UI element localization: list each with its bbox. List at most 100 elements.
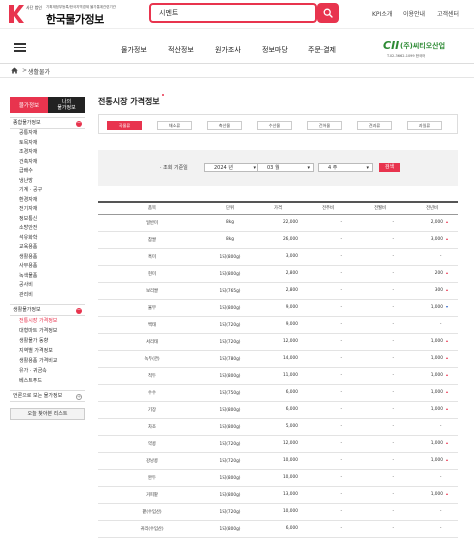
- cell-vs-last-year: 1,000: [406, 333, 458, 351]
- nav-price-info[interactable]: 물가정보: [121, 45, 147, 55]
- cell-vs-last-year: 200: [406, 265, 458, 283]
- site-logo[interactable]: 사단 법인 기획재정부등록/한국지역경제 물가통계관련기관 한국물가정보: [8, 4, 128, 26]
- sidebar-item[interactable]: 조경자재: [19, 148, 85, 158]
- sidebar-item[interactable]: 생활용품 가격비교: [19, 356, 85, 366]
- cell-vs-last-week: -: [302, 350, 354, 368]
- cell-item: 찹쌀: [98, 231, 206, 249]
- cell-item: 현미: [98, 265, 206, 283]
- tab-vegetables[interactable]: 채소류: [157, 121, 192, 130]
- sidebar-item[interactable]: 기계 · 공구: [19, 186, 85, 196]
- cell-vs-last-year-value: 1,000: [430, 305, 443, 310]
- cell-price: 5,000: [254, 418, 302, 436]
- nav-estimate-info[interactable]: 적산정보: [168, 45, 194, 55]
- sidebar-tab-my-price-info[interactable]: 나의 물가정보: [48, 97, 85, 113]
- tab-seafood[interactable]: 수산물: [257, 121, 292, 130]
- cell-vs-last-month: -: [354, 231, 406, 249]
- cell-vs-last-week: -: [302, 503, 354, 521]
- sidebar-item[interactable]: 건축자재: [19, 158, 85, 168]
- menu-icon[interactable]: [14, 43, 26, 52]
- cell-vs-last-month: -: [354, 299, 406, 317]
- cell-vs-last-year: 1,000: [406, 367, 458, 385]
- cell-price: 14,000: [254, 350, 302, 368]
- sidebar-item[interactable]: 대형마트 가격정보: [19, 326, 85, 336]
- arrow-down-icon: [446, 305, 448, 308]
- logo-k-icon: [9, 5, 24, 23]
- sidebar-item[interactable]: 정보통신: [19, 215, 85, 225]
- table-row: 일반미 8kg 22,000- -2,000: [98, 214, 458, 232]
- sidebar-item[interactable]: 관리비: [19, 291, 85, 301]
- breadcrumb-current[interactable]: 생활물가: [28, 67, 50, 76]
- cell-price: 2,800: [254, 282, 302, 300]
- tab-livestock[interactable]: 축산물: [207, 121, 242, 130]
- partner-banner[interactable]: CII (주)씨티오산업 T.02-3662-1099 한국어: [383, 36, 463, 60]
- nav-cost-survey[interactable]: 원가조사: [215, 45, 241, 55]
- sidebar-item[interactable]: 전통시장 가격정보: [19, 316, 85, 326]
- sidebar-group-living[interactable]: 생활물가정보 −: [10, 304, 85, 316]
- tab-nuts[interactable]: 견과류: [357, 121, 392, 130]
- cell-item: 수수: [98, 384, 206, 402]
- price-table: 품목 단위 가격 전주비 전월비 전년비 일반미 8kg 22,000- -2,000…: [98, 201, 458, 538]
- sidebar-item[interactable]: 소방안전: [19, 224, 85, 234]
- sidebar-item[interactable]: 냉난방: [19, 177, 85, 187]
- search-input[interactable]: [151, 5, 311, 21]
- filter-search-button[interactable]: 검색: [379, 163, 400, 172]
- cell-vs-last-week: -: [302, 248, 354, 266]
- home-icon[interactable]: [11, 67, 18, 74]
- tab-fruits[interactable]: 과일류: [407, 121, 442, 130]
- sidebar-item[interactable]: 지역별 가격정보: [19, 346, 85, 356]
- cell-price: 9,000: [254, 316, 302, 334]
- sidebar-item[interactable]: 생활물가 동향: [19, 336, 85, 346]
- link-usage-guide[interactable]: 이용안내: [403, 9, 425, 18]
- nav-order-payment[interactable]: 주문·결제: [308, 45, 336, 55]
- sidebar-tab-price-info[interactable]: 물가정보: [10, 97, 48, 113]
- cell-vs-last-year: 1,000: [406, 452, 458, 470]
- sidebar-item[interactable]: 녹색물품: [19, 272, 85, 282]
- sidebar-item[interactable]: 공통자재: [19, 129, 85, 139]
- filter-label: · 조회 기준일: [160, 165, 188, 171]
- year-select[interactable]: 2024 년 ▾: [204, 163, 260, 172]
- cell-vs-last-month: -: [354, 401, 406, 419]
- sidebar-item[interactable]: 토목자재: [19, 139, 85, 149]
- week-select[interactable]: 4 주 ▾: [318, 163, 373, 172]
- expand-icon[interactable]: +: [76, 394, 82, 400]
- sidebar-group-press[interactable]: 언론으로 보는 물가정보 +: [10, 390, 85, 402]
- cell-vs-last-month: -: [354, 282, 406, 300]
- cell-vs-last-year: 300: [406, 282, 458, 300]
- sidebar-item[interactable]: 유가 · 귀금속: [19, 366, 85, 376]
- cell-unit: 1되(750g): [206, 384, 254, 402]
- arrow-up-icon: [446, 356, 448, 359]
- link-customer-center[interactable]: 고객센터: [437, 9, 459, 18]
- sidebar-item[interactable]: 교육용품: [19, 243, 85, 253]
- collapse-icon[interactable]: −: [76, 121, 82, 127]
- month-select-value: 03 월: [267, 165, 280, 171]
- title-dot: [161, 94, 164, 96]
- month-select[interactable]: 03 월 ▾: [257, 163, 314, 172]
- cell-vs-last-week: -: [302, 265, 354, 283]
- recent-list-button[interactable]: 오늘 찾아본 리스트: [10, 408, 85, 420]
- breadcrumb-separator: >: [22, 67, 28, 74]
- cell-item: 강낭콩: [98, 452, 206, 470]
- sidebar-item[interactable]: 급배수: [19, 167, 85, 177]
- sidebar-group-general[interactable]: 종합물가정보 −: [10, 117, 85, 129]
- link-kpi-intro[interactable]: KPI소개: [372, 9, 392, 18]
- tab-grains[interactable]: 곡물류: [107, 121, 142, 130]
- sidebar-item[interactable]: 공사비: [19, 281, 85, 291]
- logo-name: 한국물가정보: [46, 13, 104, 26]
- tab-dried-seafood[interactable]: 건어물: [307, 121, 342, 130]
- arrow-up-icon: [446, 288, 448, 291]
- sidebar-item[interactable]: 베스트푸드: [19, 376, 85, 386]
- sidebar-item[interactable]: 석유화학: [19, 234, 85, 244]
- sidebar-item[interactable]: 사무용품: [19, 262, 85, 272]
- col-header-unit: 단위: [226, 206, 234, 212]
- cell-vs-last-month: -: [354, 452, 406, 470]
- search-button[interactable]: [317, 3, 339, 23]
- sidebar-item[interactable]: 생활용품: [19, 253, 85, 263]
- nav-info-board[interactable]: 정보마당: [262, 45, 288, 55]
- sidebar-item[interactable]: 환경자재: [19, 196, 85, 206]
- cell-item: 백태: [98, 316, 206, 334]
- collapse-icon[interactable]: −: [76, 308, 82, 314]
- cell-unit: 8kg: [206, 214, 254, 232]
- sidebar-item[interactable]: 전기자재: [19, 205, 85, 215]
- sidebar-group-label: 언론으로 보는 물가정보: [13, 393, 63, 399]
- cell-vs-last-year-value: 1,000: [430, 373, 443, 378]
